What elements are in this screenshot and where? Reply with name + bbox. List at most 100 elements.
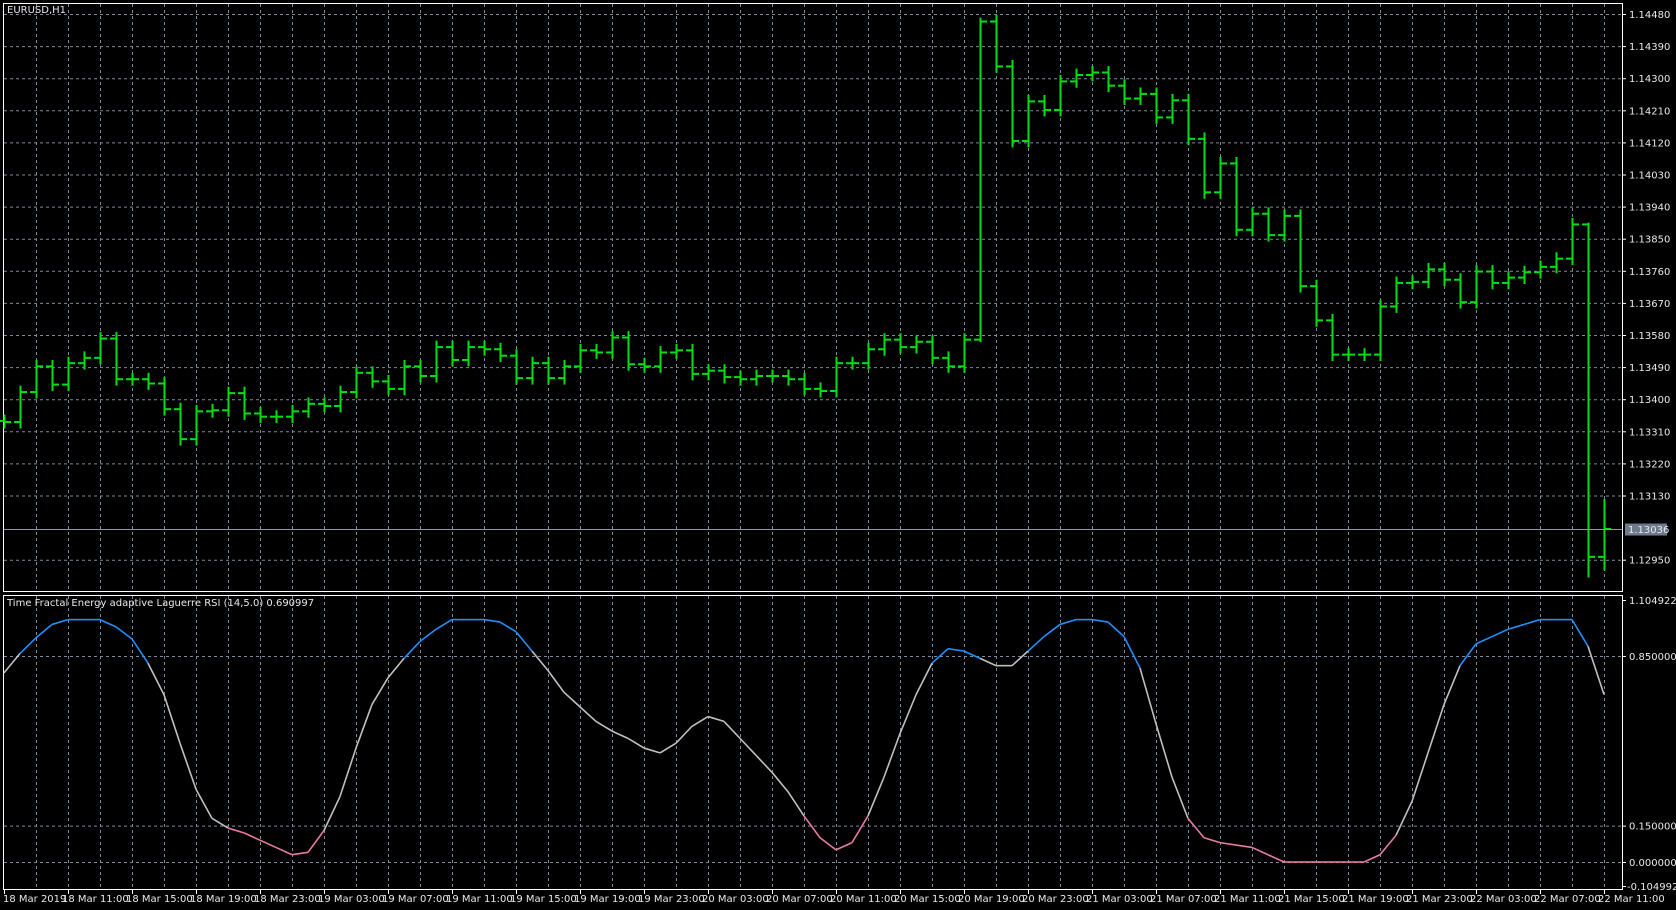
ohlc-bar[interactable] — [542, 356, 555, 385]
ohlc-bar[interactable] — [1246, 207, 1259, 237]
ohlc-bar[interactable] — [62, 356, 75, 391]
ohlc-bar[interactable] — [1214, 157, 1227, 199]
ohlc-bar[interactable] — [142, 372, 155, 390]
ohlc-bar[interactable] — [14, 385, 27, 429]
ohlc-bar[interactable] — [1278, 209, 1291, 242]
ohlc-bar[interactable] — [1182, 93, 1195, 146]
ohlc-bar[interactable] — [862, 342, 875, 370]
time-axis-label: 19 Mar 19:00 — [574, 894, 641, 905]
ohlc-bar[interactable] — [558, 359, 571, 385]
ohlc-bar[interactable] — [446, 340, 459, 367]
ohlc-bar[interactable] — [0, 414, 11, 429]
ohlc-bar[interactable] — [958, 333, 971, 373]
ohlc-bar[interactable] — [830, 356, 843, 398]
ohlc-bar[interactable] — [1310, 279, 1323, 327]
rsi-segment — [1475, 635, 1493, 645]
ohlc-bar[interactable] — [1054, 74, 1067, 117]
ohlc-bar[interactable] — [110, 332, 123, 386]
ohlc-bar[interactable] — [1198, 132, 1211, 199]
ohlc-bar[interactable] — [782, 369, 795, 386]
ohlc-bar[interactable] — [366, 366, 379, 388]
ohlc-bar[interactable] — [1118, 79, 1131, 105]
rsi-segment — [1235, 844, 1253, 849]
ohlc-bar[interactable] — [686, 343, 699, 381]
ohlc-bar[interactable] — [414, 359, 427, 383]
ohlc-bar[interactable] — [1534, 260, 1547, 279]
ohlc-bar[interactable] — [1358, 348, 1371, 362]
ohlc-bar[interactable] — [638, 357, 651, 373]
ohlc-bar[interactable] — [1518, 265, 1531, 284]
ohlc-bar[interactable] — [974, 17, 987, 343]
ohlc-bar[interactable] — [702, 364, 715, 381]
ohlc-bar[interactable] — [734, 370, 747, 386]
ohlc-bar[interactable] — [46, 359, 59, 391]
ohlc-bar[interactable] — [1422, 262, 1435, 289]
ohlc-bar[interactable] — [286, 404, 299, 424]
ohlc-bar[interactable] — [1230, 157, 1243, 237]
ohlc-bar[interactable] — [398, 359, 411, 396]
ohlc-bar[interactable] — [590, 343, 603, 359]
ohlc-bar[interactable] — [78, 351, 91, 370]
ohlc-bar[interactable] — [510, 349, 523, 385]
ohlc-bar[interactable] — [430, 340, 443, 383]
ohlc-bar[interactable] — [1294, 209, 1307, 293]
ohlc-bar[interactable] — [350, 366, 363, 399]
ohlc-bar[interactable] — [894, 333, 907, 354]
ohlc-bar[interactable] — [222, 386, 235, 417]
ohlc-bar[interactable] — [942, 351, 955, 373]
ohlc-bar[interactable] — [254, 407, 267, 424]
ohlc-bar[interactable] — [270, 410, 283, 424]
ohlc-bar[interactable] — [1326, 313, 1339, 362]
ohlc-bar[interactable] — [1406, 275, 1419, 290]
ohlc-bar[interactable] — [334, 385, 347, 413]
ohlc-bar[interactable] — [1342, 348, 1355, 362]
ohlc-bar[interactable] — [494, 342, 507, 363]
ohlc-bar[interactable] — [1454, 273, 1467, 309]
ohlc-bar[interactable] — [1390, 276, 1403, 313]
price-bars[interactable] — [0, 15, 1611, 578]
price-axis-label: 1.14480 — [1629, 10, 1670, 21]
ohlc-bar[interactable] — [1374, 300, 1387, 362]
trading-chart[interactable]: 1.14480 1.14390 1.14300 1.14210 1.14120 1.140… — [0, 0, 1676, 910]
ohlc-bar[interactable] — [1470, 265, 1483, 309]
ohlc-bar[interactable] — [462, 340, 475, 367]
ohlc-bar[interactable] — [1070, 68, 1083, 88]
ohlc-bar[interactable] — [1486, 265, 1499, 290]
ohlc-bar[interactable] — [622, 331, 635, 371]
ohlc-bar[interactable] — [670, 343, 683, 359]
ohlc-bar[interactable] — [126, 372, 139, 386]
ohlc-bar[interactable] — [910, 335, 923, 354]
ohlc-bar[interactable] — [1166, 93, 1179, 124]
ohlc-bar[interactable] — [798, 372, 811, 396]
ohlc-bar[interactable] — [654, 346, 667, 373]
ohlc-bar[interactable] — [1438, 262, 1451, 287]
ohlc-bar[interactable] — [526, 356, 539, 385]
ohlc-bar[interactable] — [478, 340, 491, 356]
ohlc-bar[interactable] — [1006, 60, 1019, 148]
ohlc-bar[interactable] — [766, 369, 779, 383]
ohlc-bar[interactable] — [990, 15, 1003, 73]
ohlc-bar[interactable] — [158, 377, 171, 416]
ohlc-bar[interactable] — [750, 369, 763, 386]
ohlc-bar[interactable] — [878, 333, 891, 356]
ohlc-bar[interactable] — [190, 404, 203, 446]
ohlc-bar[interactable] — [1598, 499, 1611, 571]
ohlc-bar[interactable] — [302, 397, 315, 418]
ohlc-bar[interactable] — [1566, 218, 1579, 266]
ohlc-bar[interactable] — [926, 335, 939, 365]
ohlc-bar[interactable] — [382, 374, 395, 396]
ohlc-bar[interactable] — [814, 382, 827, 398]
ohlc-bar[interactable] — [1134, 87, 1147, 105]
ohlc-bar[interactable] — [174, 402, 187, 446]
ohlc-bar[interactable] — [1262, 207, 1275, 242]
ohlc-bar[interactable] — [574, 343, 587, 373]
ohlc-bar[interactable] — [1022, 94, 1035, 148]
ohlc-bar[interactable] — [1502, 271, 1515, 290]
ohlc-bar[interactable] — [238, 386, 251, 420]
ohlc-bar[interactable] — [206, 403, 219, 418]
ohlc-bar[interactable] — [1550, 252, 1563, 274]
ohlc-bar[interactable] — [30, 359, 43, 399]
ohlc-bar[interactable] — [94, 332, 107, 365]
ohlc-bar[interactable] — [1038, 94, 1051, 117]
ohlc-bar[interactable] — [1150, 87, 1163, 124]
